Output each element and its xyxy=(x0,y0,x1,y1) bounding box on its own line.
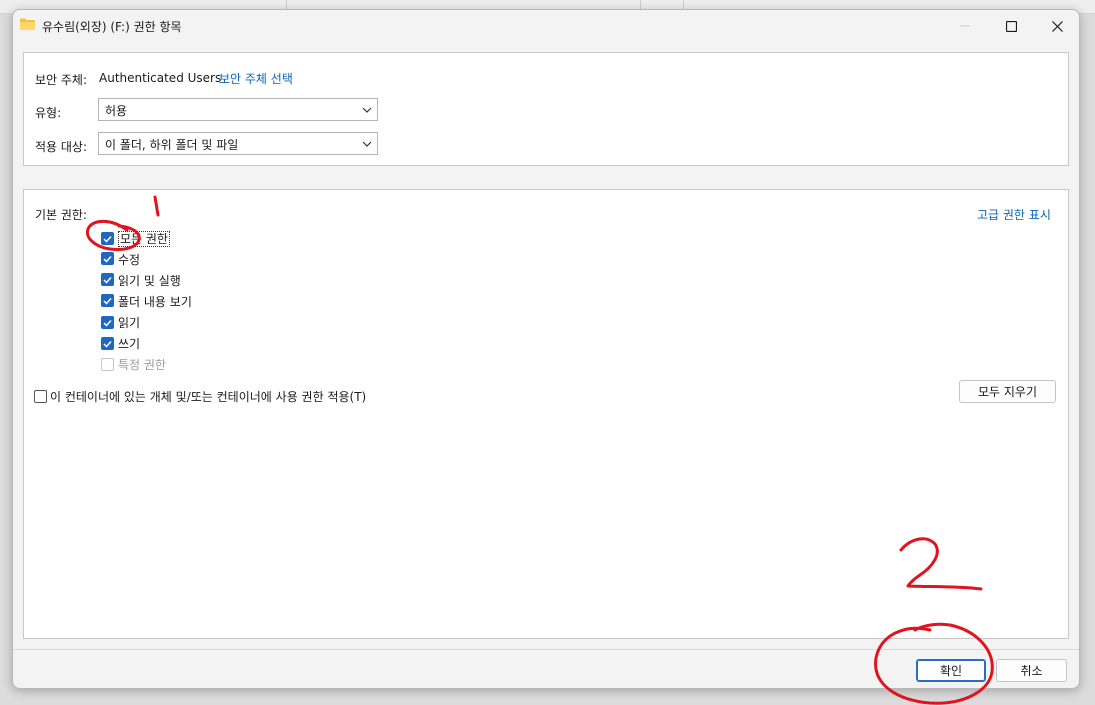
show-advanced-permissions-link[interactable]: 고급 권한 표시 xyxy=(977,206,1051,223)
checkbox-label-apply-to-container: 이 컨테이너에 있는 개체 및/또는 컨테이너에 사용 권한 적용(T) xyxy=(50,390,367,404)
checkmark-icon xyxy=(103,276,112,284)
maximize-button[interactable] xyxy=(988,10,1034,42)
basic-permissions-heading: 기본 권한: xyxy=(35,208,88,222)
checkbox-label-list-folder: 폴더 내용 보기 xyxy=(118,295,192,309)
title-bar[interactable]: 유수림(외장) (F:) 권한 항목 xyxy=(13,10,1079,42)
checkbox-full-control[interactable] xyxy=(101,232,114,245)
chevron-down-icon xyxy=(362,141,372,147)
checkbox-special-permissions xyxy=(101,358,114,371)
minimize-icon xyxy=(960,25,970,27)
close-button[interactable] xyxy=(1034,10,1079,42)
principal-value: Authenticated Users xyxy=(99,71,222,85)
minimize-button[interactable] xyxy=(942,10,988,42)
checkmark-icon xyxy=(103,297,112,305)
chevron-down-icon xyxy=(362,107,372,113)
type-label: 유형: xyxy=(35,106,62,120)
clear-all-button[interactable]: 모두 지우기 xyxy=(959,380,1056,403)
applies-to-select-value: 이 폴더, 하위 폴더 및 파일 xyxy=(105,138,239,152)
checkbox-apply-to-container[interactable] xyxy=(34,390,47,403)
close-icon xyxy=(1051,20,1063,32)
checkbox-label-write: 쓰기 xyxy=(118,337,141,351)
checkbox-label-modify: 수정 xyxy=(118,253,141,267)
applies-to-select[interactable]: 이 폴더, 하위 폴더 및 파일 xyxy=(98,132,378,155)
select-principal-link[interactable]: 보안 주체 선택 xyxy=(219,70,293,87)
checkbox-list-folder[interactable] xyxy=(101,294,114,307)
checkbox-read[interactable] xyxy=(101,316,114,329)
checkbox-label-special-permissions: 특정 권한 xyxy=(118,358,166,372)
checkbox-label-read: 읽기 xyxy=(118,316,141,330)
checkmark-icon xyxy=(103,235,112,243)
checkbox-read-execute[interactable] xyxy=(101,273,114,286)
checkbox-label-read-execute: 읽기 및 실행 xyxy=(118,274,181,288)
cancel-button[interactable]: 취소 xyxy=(996,659,1067,682)
applies-to-label: 적용 대상: xyxy=(35,140,88,154)
permission-entry-dialog: 유수림(외장) (F:) 권한 항목 보안 주체: Authenticated … xyxy=(12,9,1080,689)
checkmark-icon xyxy=(103,319,112,327)
checkbox-modify[interactable] xyxy=(101,252,114,265)
checkmark-icon xyxy=(103,340,112,348)
maximize-icon xyxy=(1005,20,1017,32)
window-title: 유수림(외장) (F:) 권한 항목 xyxy=(42,20,182,34)
permissions-panel: 기본 권한: 고급 권한 표시 모든 권한 수정 읽기 및 실행 폴더 내용 보… xyxy=(23,189,1069,639)
footer-divider xyxy=(13,649,1079,650)
checkbox-write[interactable] xyxy=(101,337,114,350)
checkmark-icon xyxy=(103,255,112,263)
checkbox-label-full-control: 모든 권한 xyxy=(118,230,170,247)
focus-indicator: 모든 권한 xyxy=(118,231,170,247)
ok-button[interactable]: 확인 xyxy=(916,659,986,682)
type-select[interactable]: 허용 xyxy=(98,98,378,121)
principal-label: 보안 주체: xyxy=(35,73,88,87)
folder-icon xyxy=(20,18,35,30)
type-select-value: 허용 xyxy=(105,104,128,118)
principal-panel: 보안 주체: Authenticated Users 보안 주체 선택 유형: … xyxy=(23,52,1069,166)
